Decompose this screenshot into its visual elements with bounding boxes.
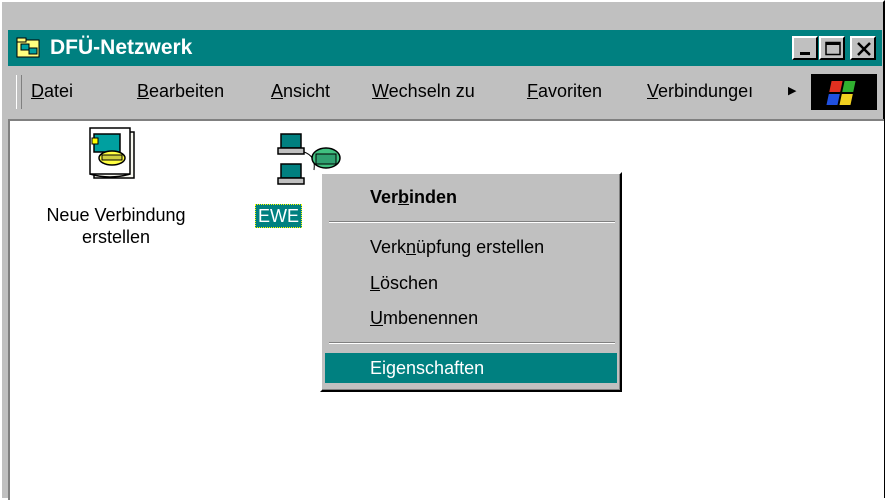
maximize-button[interactable]: [819, 36, 845, 60]
ewe-connection-label[interactable]: EWE: [255, 204, 303, 228]
new-connection-label[interactable]: Neue Verbindung erstellen: [32, 204, 200, 248]
menu-item-verbinden[interactable]: Verbinden: [325, 182, 617, 212]
menu-datei[interactable]: Datei: [31, 78, 73, 104]
window-title: DFÜ-Netzwerk: [50, 36, 193, 59]
dialup-network-window: DFÜ-Netzwerk Datei Bearbeiten Ansicht We…: [0, 0, 885, 500]
menu-separator: [329, 221, 615, 223]
folder-network-icon: [16, 36, 40, 60]
new-connection-icon[interactable]: [84, 124, 146, 184]
close-button[interactable]: [850, 36, 876, 60]
menu-ansicht[interactable]: Ansicht: [271, 78, 330, 104]
menu-item-loeschen[interactable]: Löschen: [325, 268, 617, 298]
menu-wechseln-zu[interactable]: Wechseln zu: [372, 78, 475, 104]
maximize-icon: [825, 41, 841, 56]
menu-item-verknuepfung-erstellen[interactable]: Verknüpfung erstellen: [325, 232, 617, 262]
context-menu: Verbinden Verknüpfung erstellen Löschen …: [320, 172, 622, 392]
menu-verbindungen[interactable]: Verbindungeı: [647, 78, 753, 104]
title-bar[interactable]: DFÜ-Netzwerk: [8, 30, 882, 66]
chevron-right-icon[interactable]: ▶: [788, 84, 796, 97]
menu-separator: [329, 342, 615, 344]
toolbar-grip[interactable]: [16, 75, 22, 109]
minimize-button[interactable]: [792, 36, 818, 60]
menu-bar: Datei Bearbeiten Ansicht Wechseln zu Fav…: [8, 70, 882, 114]
minimize-icon: [800, 52, 810, 55]
close-icon: [857, 42, 871, 56]
windows-logo-icon: [811, 74, 877, 110]
menu-item-eigenschaften[interactable]: Eigenschaften: [325, 353, 617, 383]
menu-bearbeiten[interactable]: Bearbeiten: [137, 78, 224, 104]
menu-item-umbenennen[interactable]: Umbenennen: [325, 303, 617, 333]
menu-favoriten[interactable]: Favoriten: [527, 78, 602, 104]
